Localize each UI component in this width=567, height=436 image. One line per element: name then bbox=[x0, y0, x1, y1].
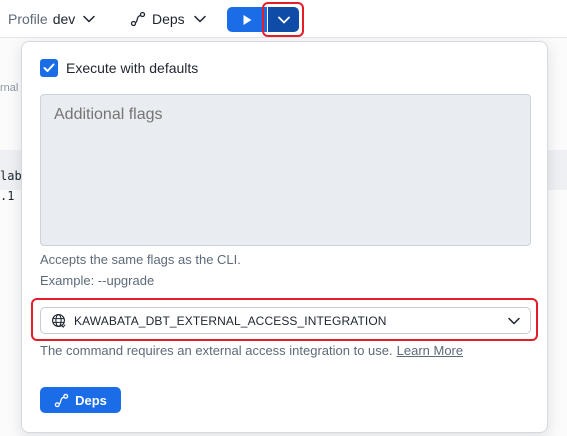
flags-example: Example: --upgrade bbox=[40, 273, 155, 288]
background-side-text: rnal bbox=[0, 82, 19, 94]
highlight-box bbox=[262, 2, 304, 37]
profile-selector[interactable]: Profile dev bbox=[8, 10, 96, 28]
execute-with-defaults-label: Execute with defaults bbox=[66, 60, 199, 76]
requirement-message: The command requires an external access … bbox=[40, 343, 393, 358]
dependency-icon bbox=[130, 11, 146, 27]
deps-options-popover: Execute with defaults Accepts the same f… bbox=[21, 41, 548, 433]
deps-selector[interactable]: Deps bbox=[130, 10, 206, 28]
additional-flags-input[interactable] bbox=[40, 94, 531, 246]
execute-with-defaults-option[interactable]: Execute with defaults bbox=[40, 59, 198, 77]
flags-hint: Accepts the same flags as the CLI. bbox=[40, 252, 241, 267]
run-button[interactable] bbox=[227, 7, 267, 32]
deps-button-label: Deps bbox=[75, 392, 107, 408]
checkmark-icon bbox=[43, 63, 55, 72]
external-access-integration-select[interactable]: KAWABATA_DBT_EXTERNAL_ACCESS_INTEGRATION bbox=[40, 307, 531, 334]
globe-network-icon bbox=[52, 314, 66, 328]
play-icon bbox=[243, 14, 252, 25]
execute-with-defaults-checkbox[interactable] bbox=[40, 59, 58, 77]
chevron-down-icon bbox=[508, 317, 520, 324]
profile-label: Profile bbox=[8, 11, 48, 27]
integration-requirement-text: The command requires an external access … bbox=[40, 343, 463, 358]
chevron-down-icon bbox=[83, 15, 96, 23]
integration-selected-value: KAWABATA_DBT_EXTERNAL_ACCESS_INTEGRATION bbox=[74, 313, 387, 328]
learn-more-link[interactable]: Learn More bbox=[397, 343, 463, 358]
code-line: lab bbox=[0, 169, 22, 183]
profile-value: dev bbox=[52, 11, 76, 27]
chevron-down-icon bbox=[193, 15, 206, 23]
code-line: .1 bbox=[0, 189, 15, 203]
run-deps-button[interactable]: Deps bbox=[40, 387, 121, 413]
toolbar: Profile dev Deps bbox=[0, 0, 567, 38]
deps-selector-label: Deps bbox=[152, 11, 185, 27]
dependency-icon bbox=[54, 393, 69, 407]
